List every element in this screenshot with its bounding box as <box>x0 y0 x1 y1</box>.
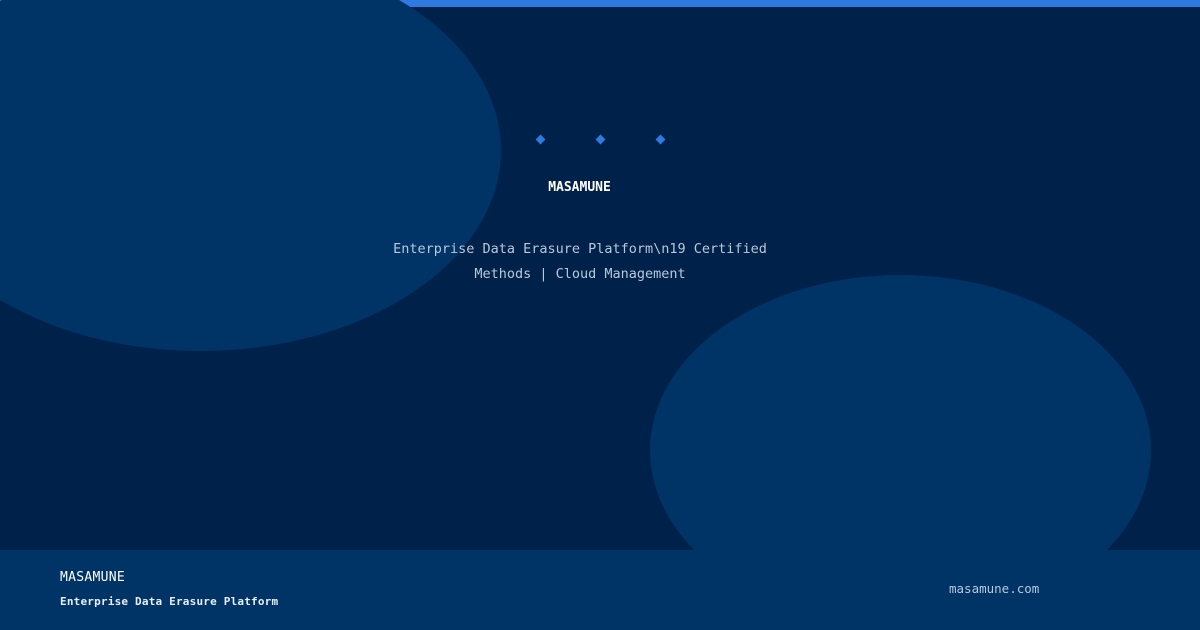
diamond-dot-icon <box>655 134 666 145</box>
diamond-dot-icon <box>535 134 546 145</box>
footer-brand: MASAMUNE <box>60 570 126 585</box>
footer-url-link[interactable]: masamune.com <box>949 581 1039 596</box>
footer-tagline: Enterprise Data Erasure Platform <box>60 595 279 608</box>
hero-subtitle: Enterprise Data Erasure Platform\n19 Cer… <box>393 241 767 282</box>
indicator-dots <box>535 134 666 146</box>
decorative-blob-top-left <box>0 0 501 351</box>
diamond-dot-icon <box>595 134 606 145</box>
hero-title: MASAMUNE <box>548 180 611 195</box>
social-card: MASAMUNE Enterprise Data Erasure Platfor… <box>0 0 1200 630</box>
